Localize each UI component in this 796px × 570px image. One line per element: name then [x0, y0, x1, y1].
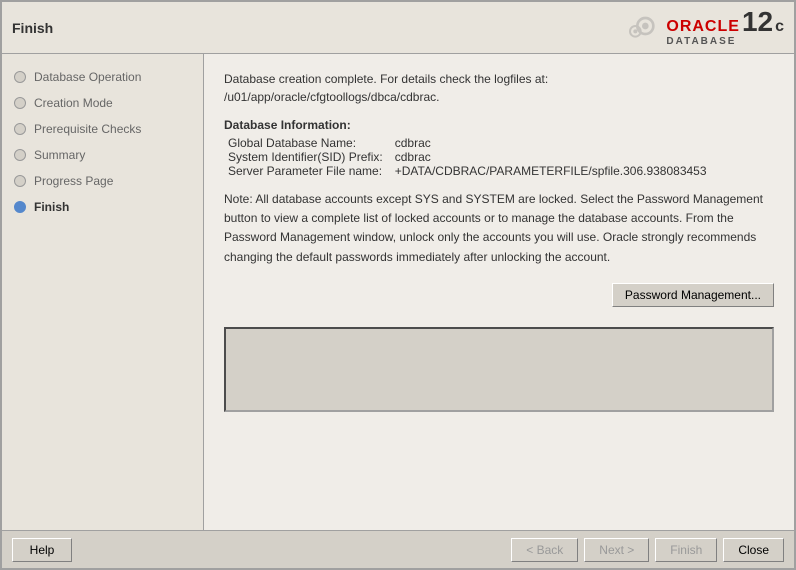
oracle-gear-icon — [622, 10, 662, 46]
db-info-param-row: Server Parameter File name: +DATA/CDBRAC… — [228, 164, 707, 178]
completion-line1: Database creation complete. For details … — [224, 72, 548, 86]
step-icon-progress-page — [14, 175, 26, 187]
main-content: Database Operation Creation Mode Prerequ… — [2, 54, 794, 530]
sidebar-item-summary[interactable]: Summary — [2, 142, 203, 168]
db-info-global-row: Global Database Name: cdbrac — [228, 136, 707, 150]
sidebar: Database Operation Creation Mode Prerequ… — [2, 54, 204, 530]
sidebar-item-database-operation[interactable]: Database Operation — [2, 64, 203, 90]
sidebar-label-finish: Finish — [34, 200, 69, 214]
sidebar-label-summary: Summary — [34, 148, 85, 162]
sidebar-label-creation-mode: Creation Mode — [34, 96, 113, 110]
help-button[interactable]: Help — [12, 538, 72, 562]
oracle-version: 12 — [742, 8, 773, 36]
bottom-bar-left: Help — [12, 538, 72, 562]
global-db-label: Global Database Name: — [228, 136, 395, 150]
sid-label: System Identifier(SID) Prefix: — [228, 150, 395, 164]
sidebar-item-finish[interactable]: Finish — [2, 194, 203, 220]
oracle-version-super: c — [775, 18, 784, 36]
window-title: Finish — [12, 20, 53, 36]
sidebar-item-creation-mode[interactable]: Creation Mode — [2, 90, 203, 116]
param-value: +DATA/CDBRAC/PARAMETERFILE/spfile.306.93… — [395, 164, 707, 178]
sidebar-label-progress-page: Progress Page — [34, 174, 113, 188]
note-text: Note: All database accounts except SYS a… — [224, 190, 774, 267]
sidebar-item-prerequisite-checks[interactable]: Prerequisite Checks — [2, 116, 203, 142]
sidebar-label-database-operation: Database Operation — [34, 70, 141, 84]
oracle-logo-area: ORACLE 12c DATABASE — [622, 8, 784, 47]
completion-line2: /u01/app/oracle/cfgtoollogs/dbca/cdbrac. — [224, 90, 439, 104]
finish-button[interactable]: Finish — [655, 538, 717, 562]
step-icon-summary — [14, 149, 26, 161]
db-info-section: Database Information: Global Database Na… — [224, 118, 774, 178]
sidebar-item-progress-page[interactable]: Progress Page — [2, 168, 203, 194]
global-db-value: cdbrac — [395, 136, 707, 150]
title-bar-left: Finish — [12, 20, 53, 36]
password-management-button[interactable]: Password Management... — [612, 283, 774, 307]
param-label: Server Parameter File name: — [228, 164, 395, 178]
content-area: Database creation complete. For details … — [204, 54, 794, 530]
main-window: Finish ORACLE 12c DATABASE — [0, 0, 796, 570]
sidebar-label-prerequisite-checks: Prerequisite Checks — [34, 122, 141, 136]
oracle-database-label: DATABASE — [666, 36, 736, 47]
step-icon-finish — [14, 201, 26, 213]
bottom-bar-right: < Back Next > Finish Close — [511, 538, 784, 562]
oracle-brand: ORACLE 12c DATABASE — [666, 8, 784, 47]
bottom-bar: Help < Back Next > Finish Close — [2, 530, 794, 568]
inset-log-box — [224, 327, 774, 412]
back-button[interactable]: < Back — [511, 538, 578, 562]
step-icon-creation-mode — [14, 97, 26, 109]
sid-value: cdbrac — [395, 150, 707, 164]
db-info-sid-row: System Identifier(SID) Prefix: cdbrac — [228, 150, 707, 164]
password-btn-area: Password Management... — [224, 283, 774, 307]
title-bar: Finish ORACLE 12c DATABASE — [2, 2, 794, 54]
next-button[interactable]: Next > — [584, 538, 649, 562]
completion-text-block: Database creation complete. For details … — [224, 70, 774, 106]
close-button[interactable]: Close — [723, 538, 784, 562]
db-info-title: Database Information: — [224, 118, 774, 132]
step-icon-prerequisite-checks — [14, 123, 26, 135]
oracle-text-label: ORACLE — [666, 18, 740, 36]
step-icon-database-operation — [14, 71, 26, 83]
